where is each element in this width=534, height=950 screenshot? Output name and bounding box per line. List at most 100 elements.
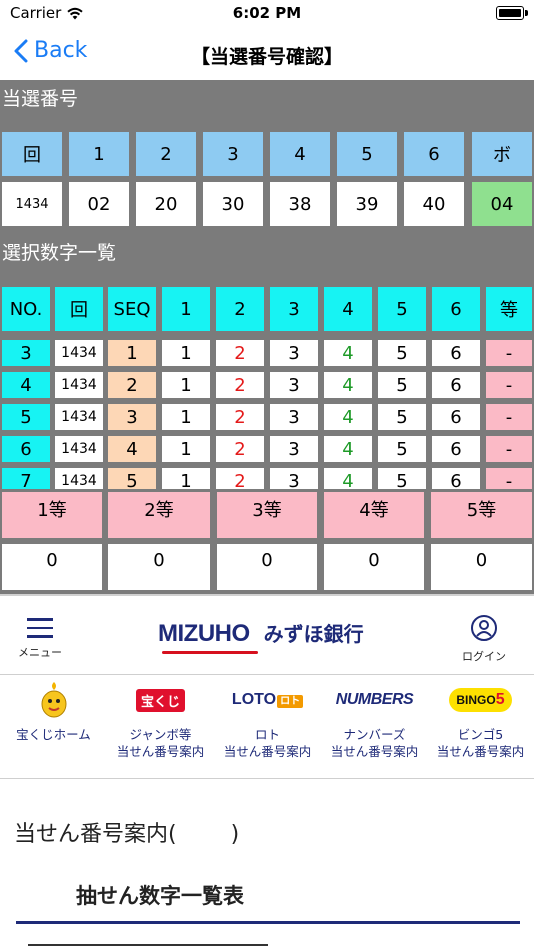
winning-numbers-label: 当選番号 (2, 88, 79, 110)
status-bar: Carrier 6:02 PM (0, 0, 534, 28)
winning-header-draw: 回 (2, 132, 62, 176)
nav-label: 宝くじホーム (16, 727, 91, 742)
row-num-1: 1 (162, 468, 210, 489)
clock: 6:02 PM (232, 4, 302, 22)
prize-count-3: 0 (217, 544, 317, 590)
logo-roman: MIZUHO (158, 620, 258, 654)
row-no: 6 (2, 436, 50, 462)
selection-header-5: 5 (378, 287, 426, 331)
row-seq: 3 (108, 404, 156, 430)
nav-label: ジャンボ等 (129, 727, 192, 742)
prize-label-4: 4等 (324, 492, 424, 538)
row-rank: - (486, 404, 532, 430)
nav-sublabel: 当せん番号案内 (223, 744, 312, 759)
nav-takarakuji-home[interactable]: 宝くじホーム (0, 680, 107, 743)
winning-header-2: 2 (136, 132, 196, 176)
winning-header-bonus: ボ (472, 132, 532, 176)
nav-label: ビンゴ5 (457, 727, 504, 742)
row-rank: - (486, 340, 532, 366)
winning-number-1: 02 (69, 182, 129, 226)
selection-list-label: 選択数字一覧 (2, 242, 117, 264)
hamburger-icon (12, 618, 68, 638)
selection-header-6: 6 (432, 287, 480, 331)
selection-header-3: 3 (270, 287, 318, 331)
row-draw: 1434 (55, 436, 103, 462)
clipped-text-line (28, 940, 268, 946)
navigation-bar: Back 【当選番号確認】 (0, 28, 534, 80)
selection-header-rank: 等 (486, 287, 532, 331)
nav-bingo5[interactable]: BINGO5 ビンゴ5 当せん番号案内 (427, 680, 534, 760)
loto-logo-icon: LOTO ロト (227, 689, 308, 711)
row-num-4: 4 (324, 340, 372, 366)
prize-label-3: 3等 (217, 492, 317, 538)
numbers-logo-icon: NUMBERS (335, 691, 414, 708)
prize-count-1: 0 (2, 544, 102, 590)
prize-count-2: 0 (108, 544, 210, 590)
mizuho-logo[interactable]: MIZUHO みずほ銀行 (158, 618, 364, 654)
row-num-3: 3 (270, 404, 318, 430)
row-num-2: 2 (216, 372, 264, 398)
divider (0, 674, 534, 675)
row-num-1: 1 (162, 372, 210, 398)
row-num-4: 4 (324, 404, 372, 430)
row-draw: 1434 (55, 340, 103, 366)
prize-label-2: 2等 (108, 492, 210, 538)
winning-number-5: 39 (337, 182, 397, 226)
row-rank: - (486, 372, 532, 398)
nav-sublabel: 当せん番号案内 (330, 744, 419, 759)
section-heading: 抽せん数字一覧表 (76, 884, 244, 908)
row-num-3: 3 (270, 340, 318, 366)
lottery-check-panel: 当選番号 回 1 2 3 4 5 6 ボ 1434 02 20 30 38 39… (0, 80, 534, 594)
mizuho-web-view: メニュー MIZUHO みずほ銀行 ログイン 宝くじホーム 宝くじ ジャンボ等 … (0, 594, 534, 950)
page-heading: 当せん番号案内() (14, 822, 240, 847)
selection-header-draw: 回 (55, 287, 103, 331)
winning-bonus-number: 04 (472, 182, 532, 226)
winning-header-5: 5 (337, 132, 397, 176)
nav-numbers[interactable]: NUMBERS ナンバーズ 当せん番号案内 (321, 680, 428, 760)
row-num-6: 6 (432, 468, 480, 489)
selection-header-seq: SEQ (108, 287, 156, 331)
nav-loto[interactable]: LOTO ロト ロト 当せん番号案内 (214, 680, 321, 760)
row-seq: 5 (108, 468, 156, 489)
row-no: 3 (2, 340, 50, 366)
takarakuji-mascot-icon (41, 682, 66, 718)
row-num-5: 5 (378, 468, 426, 489)
row-rank: - (486, 468, 532, 489)
winning-header-6: 6 (404, 132, 464, 176)
winning-header-1: 1 (69, 132, 129, 176)
winning-number-2: 20 (136, 182, 196, 226)
row-no: 5 (2, 404, 50, 430)
winning-number-6: 40 (404, 182, 464, 226)
prize-count-5: 0 (431, 544, 532, 590)
row-num-4: 4 (324, 468, 372, 489)
nav-label: ナンバーズ (343, 727, 406, 742)
menu-button[interactable]: メニュー (12, 618, 68, 660)
login-button[interactable]: ログイン (454, 614, 514, 664)
nav-label: ロト (254, 727, 280, 742)
prize-label-5: 5等 (431, 492, 532, 538)
row-num-4: 4 (324, 372, 372, 398)
nav-sublabel: 当せん番号案内 (436, 744, 525, 759)
row-num-3: 3 (270, 436, 318, 462)
row-num-2: 2 (216, 340, 264, 366)
prize-label-1: 1等 (2, 492, 102, 538)
heading-underline (16, 921, 520, 924)
prize-count-4: 0 (324, 544, 424, 590)
selection-list[interactable]: 3 1434 1 1 2 3 4 5 6 - 4 1434 2 1 2 3 4 … (0, 337, 534, 489)
row-num-6: 6 (432, 436, 480, 462)
row-num-3: 3 (270, 468, 318, 489)
row-num-1: 1 (162, 436, 210, 462)
nav-sublabel: 当せん番号案内 (116, 744, 205, 759)
row-num-2: 2 (216, 468, 264, 489)
nav-jumbo[interactable]: 宝くじ ジャンボ等 当せん番号案内 (107, 680, 214, 760)
row-num-6: 6 (432, 404, 480, 430)
winning-header-3: 3 (203, 132, 263, 176)
takarakuji-logo-icon: 宝くじ (135, 688, 185, 712)
row-num-6: 6 (432, 340, 480, 366)
row-draw: 1434 (55, 404, 103, 430)
row-num-5: 5 (378, 372, 426, 398)
login-label: ログイン (462, 650, 506, 663)
selection-header-1: 1 (162, 287, 210, 331)
page-title: 【当選番号確認】 (190, 46, 343, 68)
winning-header-4: 4 (270, 132, 330, 176)
